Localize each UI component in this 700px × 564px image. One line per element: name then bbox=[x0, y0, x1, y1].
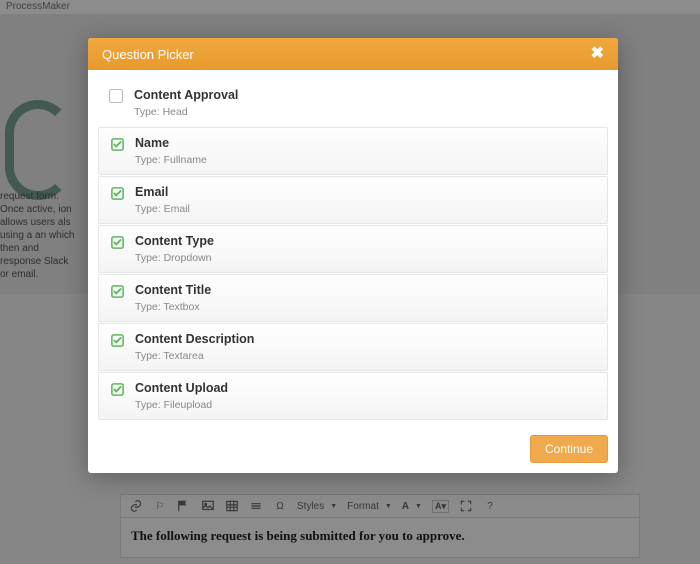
checkbox-checked-icon[interactable] bbox=[105, 381, 129, 411]
question-item-email[interactable]: Email Type: Email bbox=[98, 176, 608, 224]
question-type: Type: Textbox bbox=[135, 301, 601, 313]
modal-footer: Continue bbox=[88, 427, 618, 473]
question-item-head[interactable]: Content Approval Type: Head bbox=[98, 80, 608, 126]
checkbox-unchecked[interactable] bbox=[104, 88, 128, 118]
checkbox-checked-icon[interactable] bbox=[105, 136, 129, 166]
question-item-content-type[interactable]: Content Type Type: Dropdown bbox=[98, 225, 608, 273]
checkbox-checked-icon[interactable] bbox=[105, 234, 129, 264]
question-title: Email bbox=[135, 185, 601, 199]
checkbox-checked-icon[interactable] bbox=[105, 185, 129, 215]
question-type: Type: Head bbox=[134, 106, 602, 118]
question-title: Content Type bbox=[135, 234, 601, 248]
close-icon[interactable]: ✖ bbox=[591, 46, 604, 62]
question-type: Type: Dropdown bbox=[135, 252, 601, 264]
question-title: Content Approval bbox=[134, 88, 602, 102]
question-item-content-description[interactable]: Content Description Type: Textarea bbox=[98, 323, 608, 371]
checkbox-checked-icon[interactable] bbox=[105, 332, 129, 362]
question-type: Type: Email bbox=[135, 203, 601, 215]
question-type: Type: Fullname bbox=[135, 154, 601, 166]
question-item-name[interactable]: Name Type: Fullname bbox=[98, 127, 608, 175]
question-title: Content Description bbox=[135, 332, 601, 346]
continue-button[interactable]: Continue bbox=[530, 435, 608, 463]
checkbox-checked-icon[interactable] bbox=[105, 283, 129, 313]
question-type: Type: Textarea bbox=[135, 350, 601, 362]
question-title: Content Upload bbox=[135, 381, 601, 395]
question-title: Content Title bbox=[135, 283, 601, 297]
question-title: Name bbox=[135, 136, 601, 150]
modal-title: Question Picker bbox=[102, 47, 194, 62]
modal-header: Question Picker ✖ bbox=[88, 38, 618, 70]
modal-body: Content Approval Type: Head Name Type: F… bbox=[88, 70, 618, 427]
question-item-content-title[interactable]: Content Title Type: Textbox bbox=[98, 274, 608, 322]
question-item-content-upload[interactable]: Content Upload Type: Fileupload bbox=[98, 372, 608, 420]
question-picker-modal: Question Picker ✖ Content Approval Type:… bbox=[88, 38, 618, 473]
question-type: Type: Fileupload bbox=[135, 399, 601, 411]
